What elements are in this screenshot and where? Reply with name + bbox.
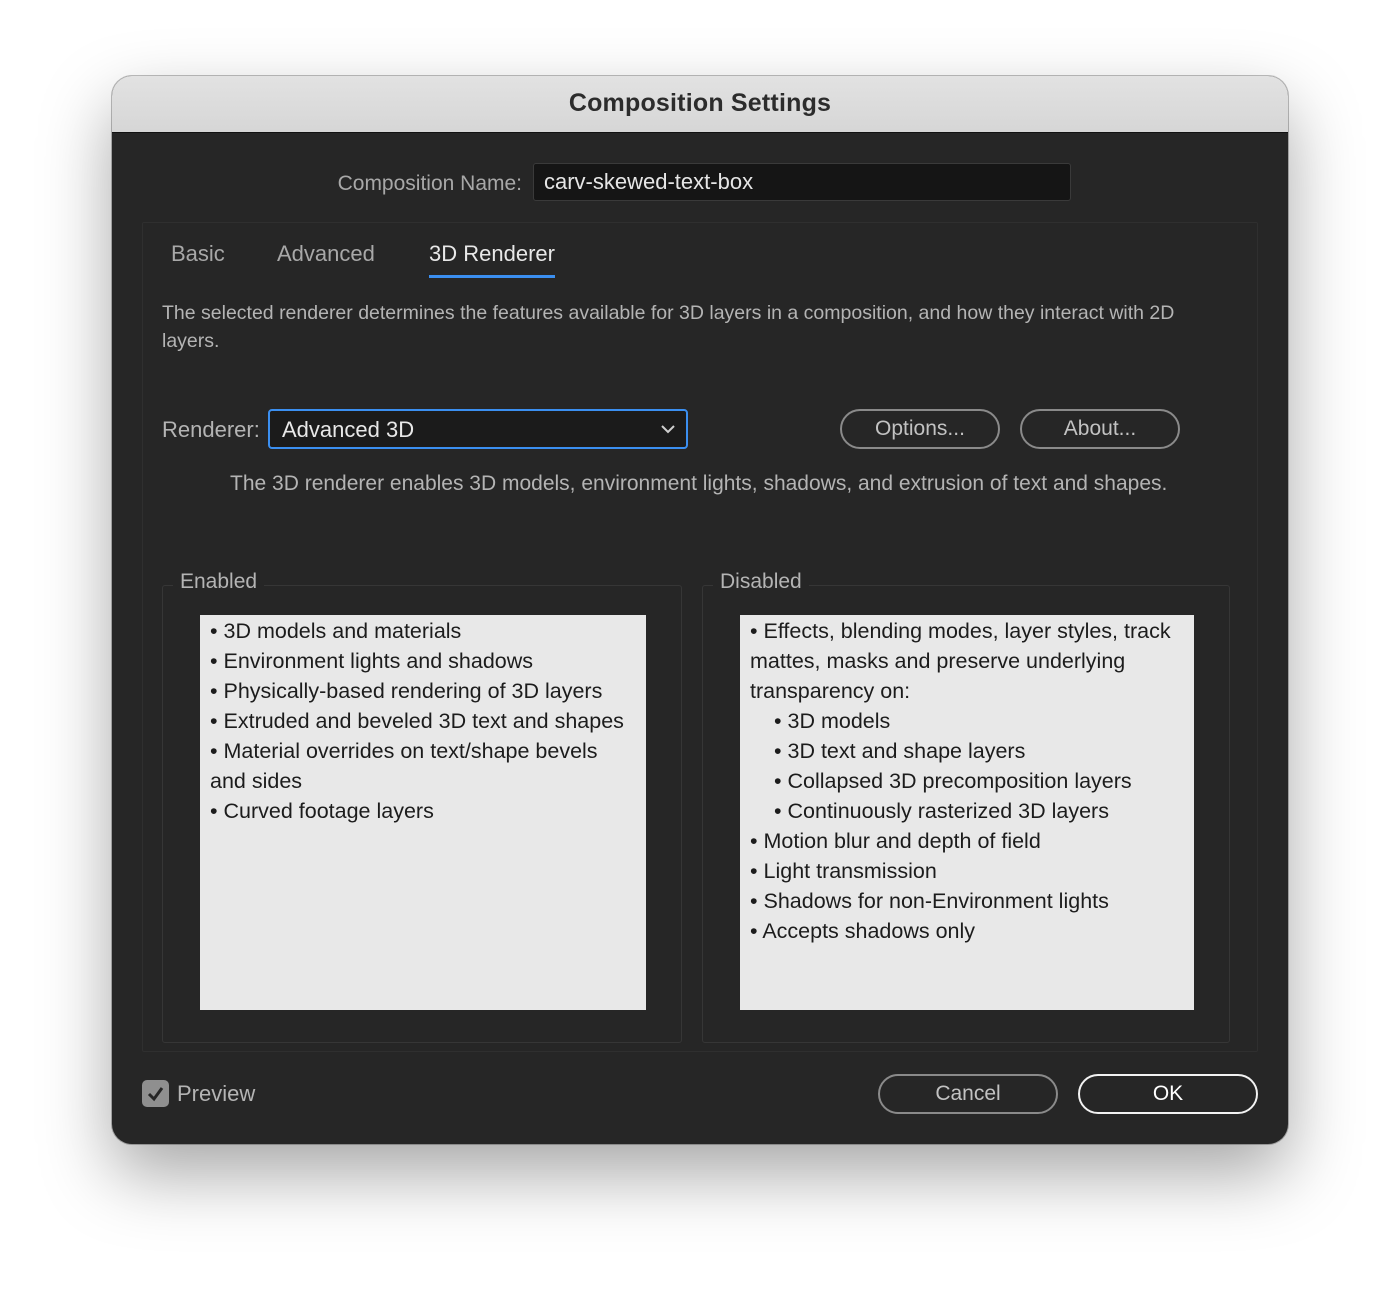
enabled-features-list: • 3D models and materials • Environment … <box>200 615 646 1010</box>
list-item: • Shadows for non-Environment lights <box>750 889 1109 913</box>
list-item: • Continuously rasterized 3D layers <box>774 799 1109 823</box>
disabled-features-list: • Effects, blending modes, layer styles,… <box>740 615 1194 1010</box>
cancel-button[interactable]: Cancel <box>878 1074 1058 1114</box>
enabled-group-label: Enabled <box>173 570 265 594</box>
list-item: • Environment lights and shadows <box>210 649 534 673</box>
list-item: • Accepts shadows only <box>750 919 976 943</box>
tab-basic[interactable]: Basic <box>171 241 225 275</box>
checkmark-icon <box>147 1087 164 1102</box>
about-button[interactable]: About... <box>1020 409 1180 449</box>
renderer-info-text: The 3D renderer enables 3D models, envir… <box>230 472 1168 495</box>
tab-3d-renderer[interactable]: 3D Renderer <box>429 241 555 278</box>
composition-settings-dialog: Composition Settings Composition Name: B… <box>112 76 1288 1144</box>
list-item: • 3D models and materials <box>210 619 462 643</box>
settings-panel: Basic Advanced 3D Renderer The selected … <box>142 222 1258 1052</box>
preview-checkbox[interactable] <box>142 1080 169 1107</box>
dialog-title: Composition Settings <box>568 89 832 117</box>
chevron-down-icon <box>661 425 675 434</box>
disabled-group-label: Disabled <box>713 570 809 594</box>
composition-name-input[interactable] <box>533 163 1071 201</box>
list-item: • Curved footage layers <box>210 799 434 823</box>
tab-advanced[interactable]: Advanced <box>277 241 375 275</box>
renderer-label: Renderer: <box>162 417 260 442</box>
title-bar[interactable]: Composition Settings <box>112 76 1288 133</box>
list-item: • Light transmission <box>750 859 937 883</box>
disabled-group: Disabled • Effects, blending modes, laye… <box>702 570 1230 1043</box>
renderer-select[interactable]: Advanced 3D <box>268 409 688 449</box>
list-item: • 3D models <box>774 709 891 733</box>
list-item: • Collapsed 3D precomposition layers <box>774 769 1132 793</box>
list-item: • Effects, blending modes, layer styles,… <box>750 619 1171 703</box>
preview-label[interactable]: Preview <box>177 1081 255 1107</box>
list-item: • Motion blur and depth of field <box>750 829 1041 853</box>
ok-button[interactable]: OK <box>1078 1074 1258 1114</box>
options-button[interactable]: Options... <box>840 409 1000 449</box>
renderer-tab-description: The selected renderer determines the fea… <box>162 302 1175 352</box>
enabled-group: Enabled • 3D models and materials • Envi… <box>162 570 682 1043</box>
composition-name-label: Composition Name: <box>337 172 522 195</box>
list-item: • Material overrides on text/shape bevel… <box>210 739 598 793</box>
renderer-selected-value: Advanced 3D <box>282 417 415 442</box>
list-item: • 3D text and shape layers <box>774 739 1026 763</box>
list-item: • Physically-based rendering of 3D layer… <box>210 679 603 703</box>
list-item: • Extruded and beveled 3D text and shape… <box>210 709 624 733</box>
